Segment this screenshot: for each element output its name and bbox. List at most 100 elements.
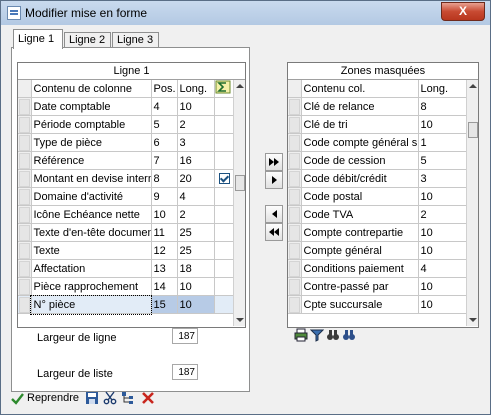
row-selector[interactable] [288,187,302,206]
row-selector-box[interactable] [18,242,30,259]
hidden-field-length-cell[interactable]: 5 [418,151,467,170]
length-cell[interactable]: 10 [177,295,215,314]
column-content-cell[interactable]: Pièce rapprochement [31,277,152,296]
sum-flag-cell[interactable] [214,115,235,134]
close-button[interactable]: X [441,2,485,21]
row-selector-box[interactable] [288,134,300,151]
left-scrollbar[interactable] [233,80,245,326]
column-content-cell[interactable]: N° pièce [30,294,152,315]
row-selector-box[interactable] [18,188,30,205]
length-cell[interactable]: 20 [177,169,215,188]
table-row[interactable]: Cpte succursale 10 [288,295,467,314]
position-cell[interactable]: 8 [151,169,178,188]
column-content-cell[interactable]: Affectation [31,259,152,278]
length-cell[interactable]: 18 [177,259,215,278]
row-selector-box[interactable] [18,170,30,187]
length-cell[interactable]: 10 [177,277,215,296]
row-selector-box[interactable] [18,224,30,241]
row-selector-box[interactable] [18,134,30,151]
move-right-button[interactable] [265,171,283,189]
row-selector-box[interactable] [18,206,30,223]
table-row[interactable]: Icône Echéance nette 10 2 [18,205,235,224]
find-icon[interactable] [326,328,340,342]
row-selector-box[interactable] [18,98,30,115]
table-row[interactable]: Date comptable 4 10 [18,97,235,116]
row-selector-box[interactable] [18,116,30,133]
column-content-cell[interactable]: Texte d'en-tête document [31,223,152,242]
row-selector-box[interactable] [288,206,300,223]
table-row[interactable]: Clé de tri 10 [288,115,467,134]
column-header-content[interactable]: Contenu col. [301,80,419,98]
hidden-field-name-cell[interactable]: Conditions paiement [301,259,419,278]
table-row[interactable]: Affectation 13 18 [18,259,235,278]
scroll-down-icon[interactable] [236,318,244,322]
table-row[interactable]: Code débit/crédit 3 [288,169,467,188]
position-cell[interactable]: 10 [151,205,178,224]
hidden-field-length-cell[interactable]: 10 [418,241,467,260]
position-cell[interactable]: 15 [151,295,178,314]
row-selector[interactable] [18,133,32,152]
column-header-len[interactable]: Long. [177,80,215,98]
column-header-sum-icon[interactable] [214,80,235,98]
row-selector[interactable] [18,151,32,170]
row-selector[interactable] [18,115,32,134]
sum-flag-cell[interactable] [214,223,235,242]
row-selector[interactable] [288,169,302,188]
row-selector-box[interactable] [288,188,300,205]
row-selector-box[interactable] [288,116,300,133]
hidden-field-length-cell[interactable]: 1 [418,133,467,152]
sum-flag-cell[interactable] [214,205,235,224]
table-row[interactable]: Clé de relance 8 [288,97,467,116]
position-cell[interactable]: 6 [151,133,178,152]
scroll-thumb[interactable] [468,122,478,138]
row-selector-box[interactable] [18,296,30,313]
sum-flag-cell[interactable] [214,241,235,260]
row-selector[interactable] [18,169,32,188]
table-row[interactable]: Code de cession 5 [288,151,467,170]
table-row[interactable]: Compte contrepartie 10 [288,223,467,242]
position-cell[interactable]: 12 [151,241,178,260]
scroll-up-icon[interactable] [236,84,244,88]
row-selector[interactable] [288,151,302,170]
row-selector[interactable] [288,223,302,242]
column-header-len[interactable]: Long. [418,80,467,98]
tab-ligne-3[interactable]: Ligne 3 [112,32,159,48]
sum-flag-cell[interactable] [214,295,235,314]
column-content-cell[interactable]: Référence [31,151,152,170]
row-selector-box[interactable] [288,260,300,277]
hidden-field-name-cell[interactable]: Code TVA [301,205,419,224]
position-cell[interactable]: 4 [151,97,178,116]
hidden-field-name-cell[interactable]: Clé de tri [301,115,419,134]
sum-checkbox[interactable] [218,173,230,185]
sum-flag-cell[interactable] [214,187,235,206]
hidden-field-name-cell[interactable]: Code compte général sp... [301,133,419,152]
table-row[interactable]: N° pièce 15 10 [18,294,235,315]
row-selector[interactable] [18,97,32,116]
column-content-cell[interactable]: Date comptable [31,97,152,116]
move-left-button[interactable] [265,205,283,223]
row-selector-box[interactable] [18,278,30,295]
hidden-field-name-cell[interactable]: Compte contrepartie [301,223,419,242]
table-row[interactable]: Domaine d'activité 9 4 [18,187,235,206]
hidden-field-length-cell[interactable]: 10 [418,187,467,206]
length-cell[interactable]: 2 [177,205,215,224]
row-selector[interactable] [288,205,302,224]
scroll-down-icon[interactable] [469,318,477,322]
table-row[interactable]: Compte général 10 [288,241,467,260]
row-selector-box[interactable] [288,278,300,295]
hidden-field-name-cell[interactable]: Contre-passé par [301,277,419,296]
column-content-cell[interactable]: Période comptable [31,115,152,134]
position-cell[interactable]: 11 [151,223,178,242]
column-header-pos[interactable]: Pos. [151,80,178,98]
sum-flag-cell[interactable] [214,133,235,152]
row-selector[interactable] [288,133,302,152]
length-cell[interactable]: 25 [177,241,215,260]
column-content-cell[interactable]: Icône Echéance nette [31,205,152,224]
row-selector[interactable] [288,259,302,278]
hidden-field-name-cell[interactable]: Code postal [301,187,419,206]
row-selector[interactable] [18,223,32,242]
layout-tree-icon[interactable] [121,391,135,405]
print-icon[interactable] [294,328,308,342]
hidden-field-name-cell[interactable]: Clé de relance [301,97,419,116]
row-selector[interactable] [18,259,32,278]
